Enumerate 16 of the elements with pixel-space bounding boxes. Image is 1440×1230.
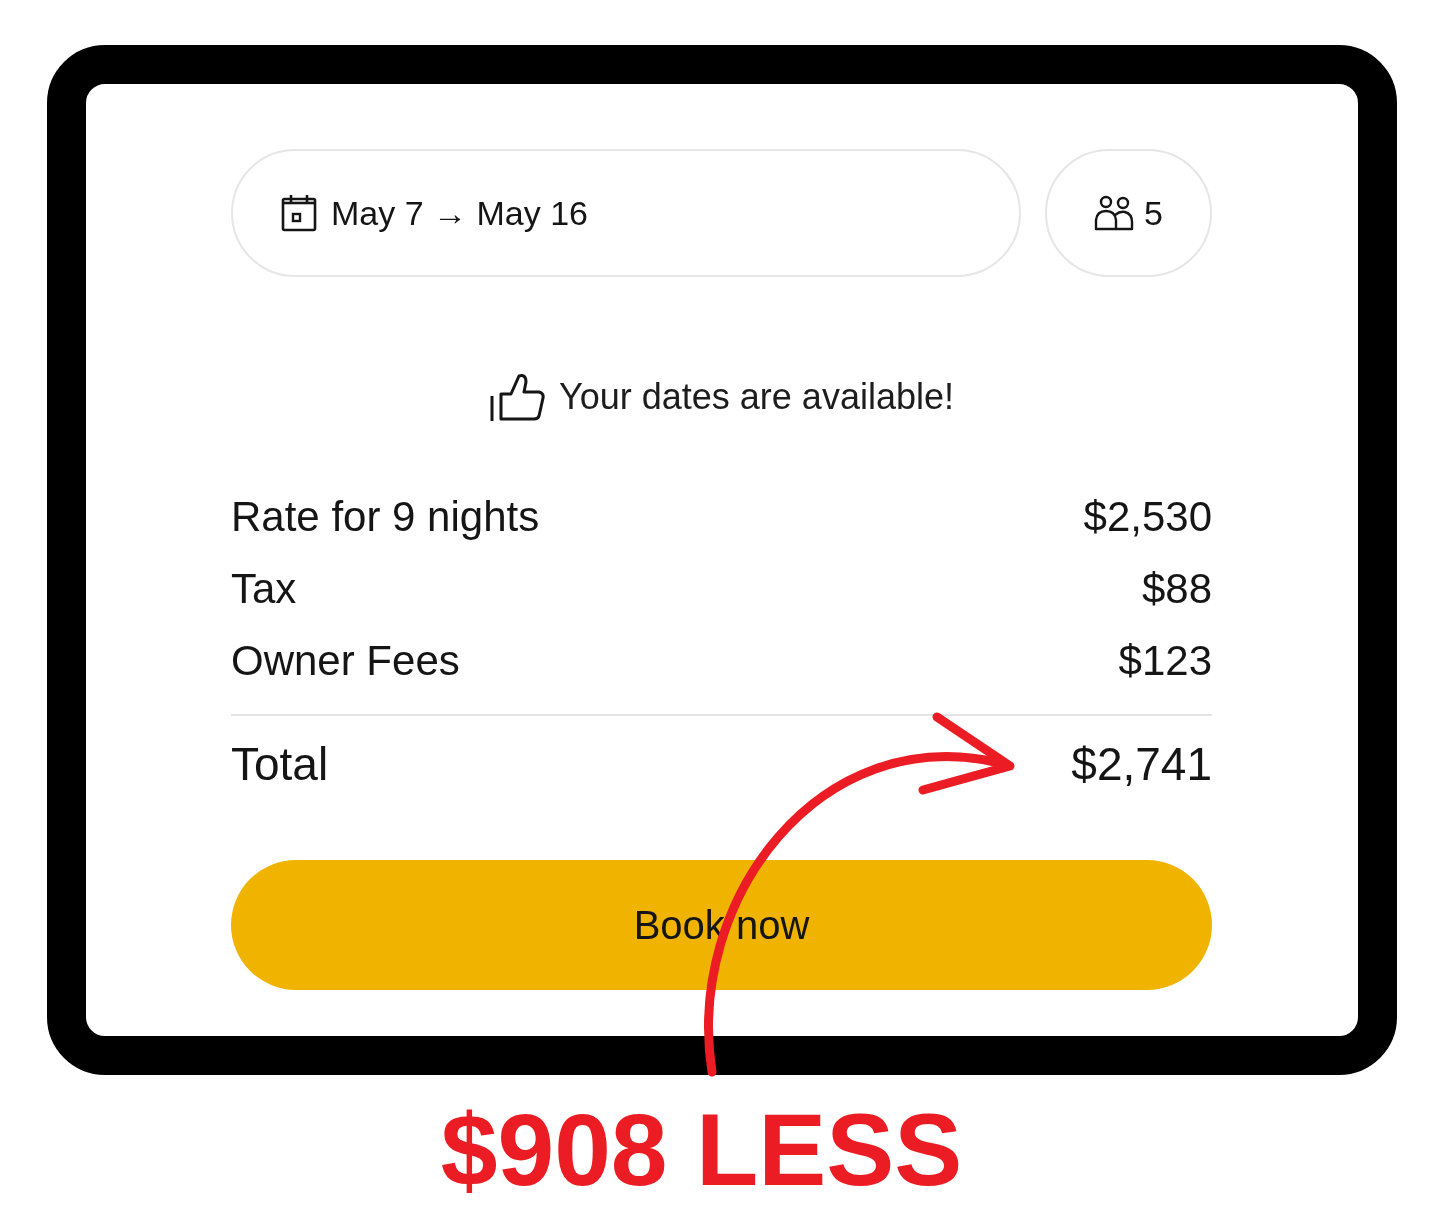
price-value: $88 bbox=[1141, 565, 1212, 613]
total-value: $2,741 bbox=[1071, 737, 1212, 791]
thumbs-up-icon bbox=[489, 372, 545, 422]
people-icon bbox=[1094, 195, 1135, 231]
total-label: Total bbox=[231, 737, 329, 791]
guests-button[interactable]: 5 bbox=[1045, 149, 1212, 277]
price-label: Owner Fees bbox=[231, 637, 460, 685]
availability-message: Your dates are available! bbox=[559, 376, 954, 418]
date-range-button[interactable]: May 7 → May 16 bbox=[231, 149, 1021, 277]
book-now-button[interactable]: Book now bbox=[231, 860, 1212, 990]
price-label: Rate for 9 nights bbox=[231, 493, 540, 541]
calendar-icon bbox=[281, 194, 317, 232]
price-value: $123 bbox=[1118, 637, 1212, 685]
savings-headline: $908 LESS bbox=[440, 1099, 963, 1201]
price-label: Tax bbox=[231, 565, 297, 613]
price-value: $2,530 bbox=[1083, 493, 1212, 541]
